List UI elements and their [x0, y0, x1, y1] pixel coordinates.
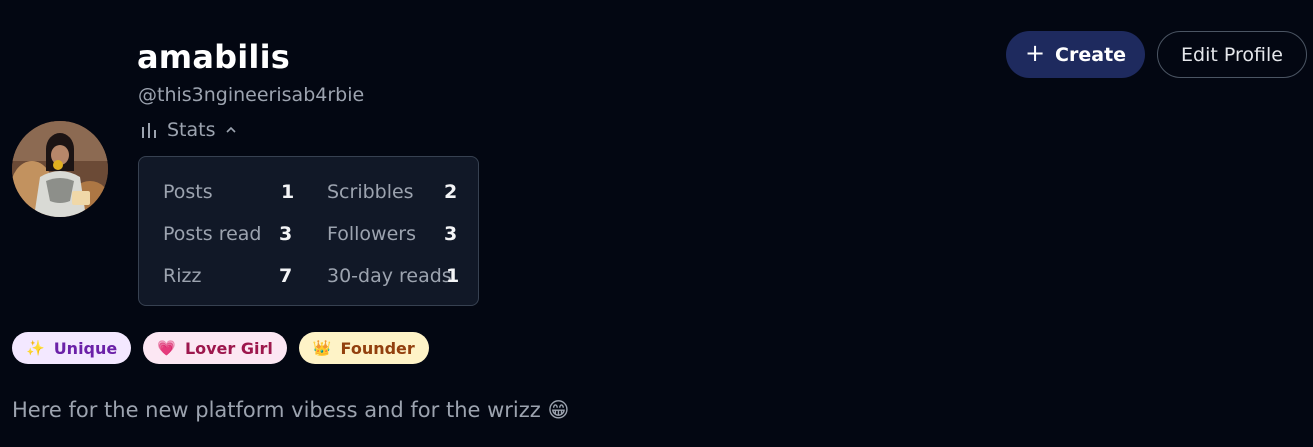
avatar[interactable] [12, 121, 108, 217]
badge-lover-girl[interactable]: 💗 Lover Girl [143, 332, 287, 364]
stat-label-posts: Posts [163, 181, 213, 203]
stat-label-rizz: Rizz [163, 265, 202, 287]
avatar-photo [12, 121, 108, 217]
stat-value-posts-read: 3 [279, 223, 293, 245]
crown-icon: 👑 [312, 339, 332, 357]
badge-label: Unique [53, 338, 118, 358]
badge-label: Founder [340, 338, 415, 358]
stats-toggle[interactable]: Stats [140, 117, 237, 143]
sparkles-icon: ✨ [26, 339, 45, 357]
badge-unique[interactable]: ✨ Unique [12, 332, 132, 364]
stat-value-rizz: 7 [279, 265, 293, 287]
profile-handle: @this3ngineerisab4rbie [138, 84, 365, 106]
stats-card: Posts 1 Scribbles 2 Posts read 3 Followe… [138, 156, 479, 306]
stat-value-posts: 1 [281, 181, 295, 203]
edit-profile-button-label: Edit Profile [1181, 43, 1283, 66]
badge-label: Lover Girl [184, 338, 273, 358]
stats-toggle-label: Stats [167, 119, 216, 141]
stat-label-30-day-reads: 30-day reads [327, 265, 452, 287]
edit-profile-button[interactable]: Edit Profile [1157, 31, 1307, 78]
bar-chart-icon [140, 121, 158, 139]
badge-founder[interactable]: 👑 Founder [298, 332, 429, 364]
stat-value-scribbles: 2 [444, 181, 458, 203]
stat-value-followers: 3 [444, 223, 458, 245]
profile-username: amabilis [137, 38, 290, 76]
heart-icon: 💗 [157, 339, 176, 357]
stat-label-followers: Followers [327, 223, 416, 245]
create-button-label: Create [1055, 43, 1127, 66]
stat-value-30-day-reads: 1 [446, 265, 460, 287]
plus-icon: + [1024, 39, 1046, 67]
badge-list: ✨ Unique 💗 Lover Girl 👑 Founder [12, 332, 429, 364]
profile-page: amabilis @this3ngineerisab4rbie Stats Po… [0, 0, 1313, 447]
create-button[interactable]: + Create [1006, 31, 1145, 78]
chevron-up-icon [225, 124, 237, 136]
stat-label-posts-read: Posts read [163, 223, 262, 245]
profile-bio: Here for the new platform vibess and for… [12, 398, 570, 422]
stat-label-scribbles: Scribbles [327, 181, 414, 203]
